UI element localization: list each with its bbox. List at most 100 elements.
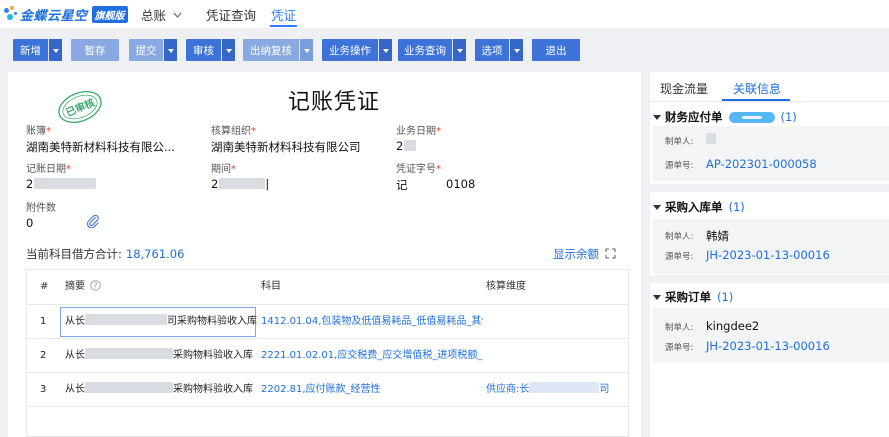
source-no-link[interactable]: JH-2023-01-13-00016 [706, 248, 830, 262]
post-date-field[interactable]: 2 [26, 177, 97, 191]
dimension-cell[interactable]: 供应商:长司 [486, 373, 626, 407]
maker-value [706, 132, 716, 146]
menu-general-ledger[interactable]: 总账 [141, 5, 182, 24]
audited-stamp-icon: 已审核 [58, 90, 102, 124]
logo-text: 金蝶云星空 [20, 8, 88, 24]
logo-mark-icon [4, 6, 18, 22]
debit-total: 当前科目借方合计: 18,761.06 [26, 246, 184, 262]
table-row-empty [27, 406, 628, 436]
section-separator [650, 275, 889, 283]
save-draft-button[interactable]: 暂存 [71, 39, 119, 61]
section-purchase-order-header[interactable]: 采购订单 (1) [653, 289, 733, 305]
tab-voucher[interactable]: 凭证 [271, 5, 296, 24]
section-title: 采购订单 [665, 290, 711, 304]
source-no-link[interactable]: JH-2023-01-13-00016 [706, 339, 830, 353]
business-operation-label: 业务操作 [329, 44, 371, 57]
section-separator [650, 184, 889, 192]
collapse-triangle-icon [653, 294, 661, 304]
maker-value: kingdee2 [706, 319, 760, 333]
submit-label: 提交 [135, 44, 157, 57]
paperclip-icon[interactable] [86, 214, 100, 228]
top-nav: 金蝶云星空 旗舰版 总账 凭证查询 凭证 [0, 0, 889, 28]
section-ap-bill-header[interactable]: 财务应付单 (1) [653, 109, 797, 125]
tab-divider [650, 101, 889, 102]
status-tag [728, 111, 775, 123]
options-dropdown-icon[interactable] [509, 39, 523, 61]
section-title: 财务应付单 [665, 110, 723, 124]
audit-button[interactable]: 审核 [186, 39, 235, 61]
col-header-summary-label: 摘要 [65, 281, 85, 292]
voucher-word-field[interactable]: 记 [396, 177, 408, 193]
new-dropdown-icon[interactable] [48, 39, 62, 61]
account-cell[interactable]: 1412.01.04,包装物及低值易耗品_低值易耗品_其他 [261, 305, 483, 339]
svg-text:?: ? [94, 281, 98, 290]
page-title: 记账凭证 [288, 90, 381, 115]
show-balance-link[interactable]: 显示余额 [553, 246, 599, 262]
col-header-index: # [40, 281, 49, 292]
summary-cell[interactable]: 从长 采购物料验收入库 [65, 339, 253, 373]
collapse-triangle-icon [653, 114, 661, 124]
tab-cash-flow[interactable]: 现金流量 [660, 80, 708, 97]
voucher-no-label: 凭证字号* [396, 164, 441, 175]
maker-label: 制单人: [665, 232, 694, 242]
section-purchase-receipt-body: 制单人: 韩婧 源单号: JH-2023-01-13-00016 [653, 219, 889, 274]
table-row[interactable]: 3 从长 采购物料验收入库 2202.81,应付账款_经营性 供应商:长司 [27, 372, 628, 406]
org-field[interactable]: 湖南美特新材料科技有限公司 [211, 139, 361, 155]
business-date-field[interactable]: 2 [396, 139, 417, 153]
audit-dropdown-icon[interactable] [221, 39, 235, 61]
maker-label: 制单人: [665, 137, 694, 147]
section-purchase-receipt-header[interactable]: 采购入库单 (1) [653, 199, 745, 215]
account-cell[interactable]: 2221.01.02.01,应交税费_应交增值税_进项税额_... [261, 339, 483, 373]
options-button[interactable]: 选项 [475, 39, 523, 61]
cashier-review-button[interactable]: 出纳复核 [243, 39, 313, 61]
table-row[interactable]: 2 从长 采购物料验收入库 2221.01.02.01,应交税费_应交增值税_进项… [27, 338, 628, 372]
entries-table: # 摘要 ? 科目 核算维度 1 从长 司采购物料验收入库 1412.01.04,… [26, 269, 629, 437]
summary-cell[interactable]: 从长 司采购物料验收入库 [65, 305, 257, 339]
attachment-count-field[interactable]: 0 [26, 216, 33, 230]
business-date-label: 业务日期* [396, 126, 441, 137]
business-query-button[interactable]: 业务查询 [398, 39, 466, 61]
maker-label: 制单人: [665, 323, 694, 333]
source-no-label: 源单号: [665, 161, 694, 171]
cashier-review-dropdown-icon[interactable] [299, 39, 313, 61]
kingdee-logo[interactable]: 金蝶云星空 旗舰版 [4, 5, 128, 24]
row-index: 1 [40, 316, 47, 327]
tab-voucher-query[interactable]: 凭证查询 [206, 5, 256, 24]
maker-value: 韩婧 [706, 229, 729, 243]
fullscreen-icon[interactable] [605, 248, 616, 259]
business-operation-dropdown-icon[interactable] [378, 39, 392, 61]
save-draft-label: 暂存 [84, 44, 106, 57]
summary-cell[interactable]: 从长 采购物料验收入库 [65, 373, 253, 407]
active-tab-indicator [270, 25, 297, 27]
section-purchase-order-body: 制单人: kingdee2 源单号: JH-2023-01-13-00016 [653, 308, 889, 363]
period-field[interactable]: 2 | [211, 177, 269, 191]
edition-badge: 旗舰版 [91, 5, 128, 23]
related-info-panel: 现金流量 关联信息 财务应付单 (1) 制单人: 源单号: AP-202301-… [650, 72, 889, 437]
exit-button[interactable]: 退出 [532, 39, 580, 61]
table-row[interactable]: 1 从长 司采购物料验收入库 1412.01.04,包装物及低值易耗品_低值易耗品… [27, 304, 628, 338]
cashier-review-label: 出纳复核 [250, 44, 292, 57]
row-index: 2 [40, 350, 47, 361]
account-cell[interactable]: 2202.81,应付账款_经营性 [261, 373, 483, 407]
submit-button[interactable]: 提交 [129, 39, 177, 61]
exit-label: 退出 [545, 44, 567, 57]
business-query-dropdown-icon[interactable] [452, 39, 466, 61]
voucher-no-field[interactable]: 0108 [446, 177, 475, 191]
source-no-link[interactable]: AP-202301-000058 [706, 157, 817, 171]
help-icon[interactable]: ? [90, 280, 101, 291]
attachment-count-label: 附件数 [26, 203, 56, 214]
book-label: 账簿* [26, 126, 51, 137]
voucher-card: 已审核 记账凭证 账簿* 湖南美特新材料科技有限公... 核算组织* 湖南美特新… [8, 72, 641, 437]
business-query-label: 业务查询 [404, 44, 446, 57]
business-operation-button[interactable]: 业务操作 [322, 39, 392, 61]
period-label: 期间* [211, 164, 236, 175]
tab-related-info[interactable]: 关联信息 [733, 80, 781, 97]
book-field[interactable]: 湖南美特新材料科技有限公... [26, 139, 175, 155]
stamp-text: 已审核 [64, 96, 97, 119]
toolbar: 新增 暂存 提交 审核 出纳复核 业务操作 业务查询 选项 退出 [0, 28, 889, 70]
new-button[interactable]: 新增 [13, 39, 62, 61]
section-title: 采购入库单 [665, 200, 723, 214]
collapse-triangle-icon [653, 204, 661, 214]
submit-dropdown-icon[interactable] [163, 39, 177, 61]
source-no-label: 源单号: [665, 343, 694, 353]
